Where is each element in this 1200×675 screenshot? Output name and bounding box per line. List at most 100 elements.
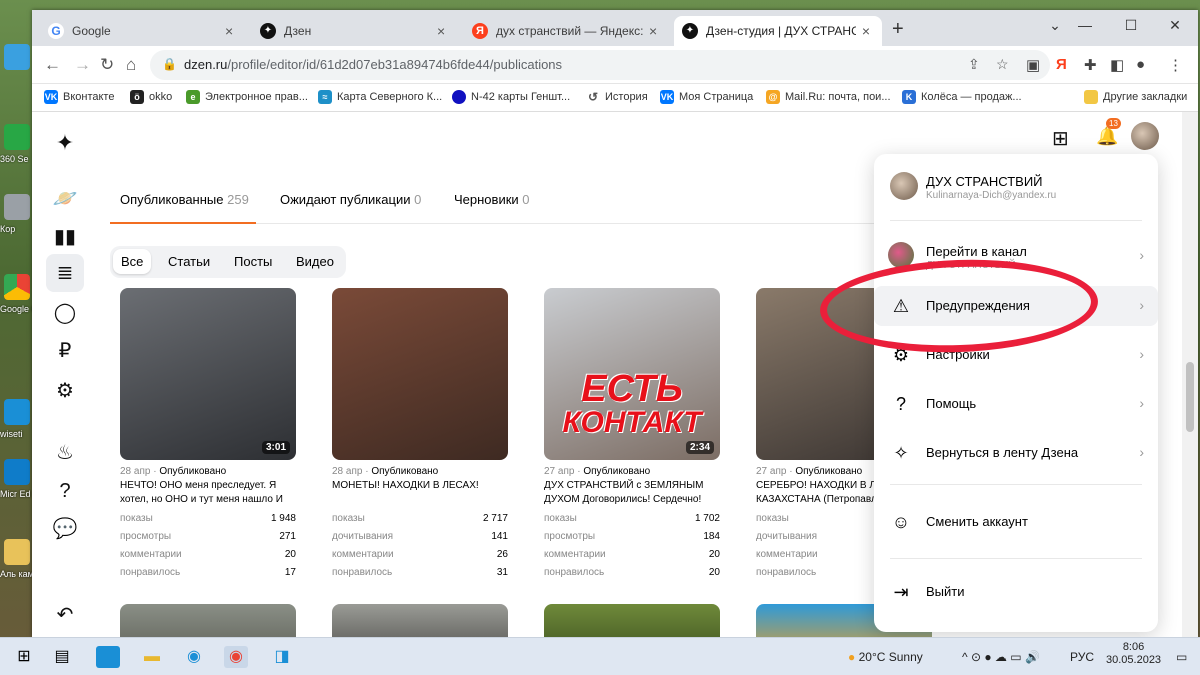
close-tab-icon[interactable]: × bbox=[433, 23, 449, 39]
comments-icon[interactable]: ◯ bbox=[50, 298, 80, 328]
close-window-button[interactable]: ✕ bbox=[1152, 10, 1198, 40]
bookmark-item[interactable]: ≈ Карта Северного К... bbox=[318, 90, 442, 104]
app-icon[interactable] bbox=[96, 646, 120, 668]
home-icon[interactable]: ⌂ bbox=[126, 55, 136, 75]
ruble-icon[interactable]: ₽ bbox=[50, 336, 80, 366]
bookmark-item[interactable]: ö okko bbox=[130, 90, 172, 104]
bookmark-item[interactable]: N-42 карты Геншт... bbox=[452, 90, 570, 104]
filter-articles[interactable]: Статьи bbox=[168, 254, 210, 269]
tab-published[interactable]: Опубликованные 259 bbox=[120, 192, 249, 207]
extension-icon[interactable]: ▣ bbox=[1026, 56, 1040, 74]
history-icon: ↺ bbox=[586, 90, 600, 104]
address-bar[interactable]: 🔒 dzen.ru/profile/editor/id/61d2d07eb31a… bbox=[150, 50, 1050, 80]
bookmark-item[interactable]: VK Моя Страница bbox=[660, 90, 753, 104]
profile-icon[interactable]: ● bbox=[1136, 56, 1145, 73]
back-icon[interactable]: ← bbox=[44, 55, 61, 75]
publication-title[interactable]: НЕЧТО! ОНО меня преследует. Я хотел, но … bbox=[120, 479, 296, 507]
extensions-puzzle-icon[interactable]: ✚ bbox=[1084, 56, 1097, 74]
windows-start-icon[interactable]: ⊞ bbox=[12, 646, 36, 668]
menu-help[interactable]: ? Помощь › bbox=[874, 384, 1158, 424]
desktop-icon[interactable]: wiseti bbox=[0, 395, 34, 455]
desktop-icon[interactable] bbox=[0, 40, 34, 100]
publication-thumbnail[interactable] bbox=[544, 604, 720, 637]
chevron-right-icon: › bbox=[1139, 444, 1144, 460]
side-panel-icon[interactable]: ◧ bbox=[1110, 56, 1124, 74]
menu-back-to-feed[interactable]: ✧ Вернуться в ленту Дзена › bbox=[874, 433, 1158, 473]
publication-card[interactable]: 3:01 28 апр · Опубликовано НЕЧТО! ОНО меня… bbox=[120, 288, 296, 579]
page-scrollbar[interactable] bbox=[1182, 112, 1198, 637]
publication-title[interactable]: МОНЕТЫ! НАХОДКИ В ЛЕСАХ! bbox=[332, 479, 508, 507]
publication-thumbnail[interactable] bbox=[332, 604, 508, 637]
desktop-icon[interactable]: Аль кам bbox=[0, 535, 34, 595]
maximize-button[interactable]: ☐ bbox=[1108, 10, 1154, 40]
weather-widget[interactable]: ● 20°C Sunny bbox=[848, 650, 923, 664]
return-icon[interactable]: ↶ bbox=[50, 600, 80, 630]
tab-pending[interactable]: Ожидают публикации 0 bbox=[280, 192, 421, 207]
publication-card[interactable]: 28 апр · Опубликовано МОНЕТЫ! НАХОДКИ В Л… bbox=[332, 288, 508, 579]
planet-icon[interactable]: 🪐 bbox=[50, 184, 80, 214]
fire-icon[interactable]: ♨ bbox=[50, 438, 80, 468]
scrollbar-thumb[interactable] bbox=[1186, 362, 1194, 432]
dzen-logo-icon[interactable]: ✦ bbox=[50, 128, 80, 158]
chat-icon[interactable]: 💬 bbox=[50, 514, 80, 544]
avatar[interactable] bbox=[1131, 122, 1159, 150]
desktop-icon[interactable]: Micr Ed bbox=[0, 455, 34, 515]
desktop-icon[interactable]: 360 Se bbox=[0, 120, 34, 180]
close-tab-icon[interactable]: × bbox=[221, 23, 237, 39]
filter-all[interactable]: Все bbox=[113, 249, 152, 274]
publication-meta: 28 апр · Опубликовано bbox=[120, 466, 227, 477]
other-bookmarks[interactable]: Другие закладки bbox=[1084, 90, 1187, 104]
menu-dots-icon[interactable]: ⋮ bbox=[1168, 56, 1183, 74]
close-tab-icon[interactable]: × bbox=[645, 23, 661, 39]
tray-icons[interactable]: ^ ⊙ ● ☁ ▭ 🔊 bbox=[962, 650, 1040, 664]
browser-tab[interactable]: Я дух странствий — Яндекс: нашё × bbox=[464, 16, 669, 46]
filter-posts[interactable]: Посты bbox=[234, 254, 272, 269]
bookmark-item[interactable]: @ Mail.Ru: почта, пои... bbox=[766, 90, 891, 104]
create-plus-icon[interactable]: ⊞ bbox=[1052, 126, 1069, 151]
bookmark-item[interactable]: ↺ История bbox=[586, 90, 648, 104]
dzen-favicon-icon: ✦ bbox=[682, 23, 698, 39]
bookmark-item[interactable]: K Колёса — продаж... bbox=[902, 90, 1022, 104]
browser-tab[interactable]: G Google × bbox=[40, 16, 245, 46]
forward-icon[interactable]: → bbox=[74, 55, 91, 75]
share-icon[interactable]: ⇪ bbox=[968, 56, 980, 73]
desktop-icon[interactable]: Кор bbox=[0, 190, 34, 250]
task-view-icon[interactable]: ▤ bbox=[50, 646, 74, 668]
publication-thumbnail[interactable] bbox=[332, 288, 508, 460]
store-icon[interactable]: ◨ bbox=[270, 646, 294, 668]
publication-meta: 28 апр · Опубликовано bbox=[332, 466, 439, 477]
minimize-button[interactable]: — bbox=[1062, 10, 1108, 40]
menu-switch-account[interactable]: ☺ Сменить аккаунт bbox=[874, 502, 1158, 542]
language-indicator[interactable]: РУС bbox=[1070, 650, 1094, 664]
notification-icon[interactable]: ▭ bbox=[1176, 650, 1187, 664]
publication-thumbnail[interactable]: 3:01 bbox=[120, 288, 296, 460]
tab-drafts[interactable]: Черновики 0 bbox=[454, 192, 530, 207]
publication-card[interactable]: ЕСТЬ КОНТАКТ 2:34 27 апр · Опубликовано ДУХ … bbox=[544, 288, 720, 579]
browser-tab[interactable]: ✦ Дзен × bbox=[252, 16, 457, 46]
publication-thumbnail[interactable]: ЕСТЬ КОНТАКТ 2:34 bbox=[544, 288, 720, 460]
edge-icon[interactable]: ◉ bbox=[182, 646, 206, 668]
new-tab-button[interactable]: + bbox=[892, 18, 904, 41]
stats-icon[interactable]: ▮▮ bbox=[50, 222, 80, 252]
menu-logout[interactable]: ⇥ Выйти bbox=[874, 572, 1158, 612]
bell-icon[interactable]: 🔔 bbox=[1096, 126, 1118, 147]
publication-thumbnail[interactable] bbox=[120, 604, 296, 637]
reload-icon[interactable]: ↻ bbox=[100, 55, 114, 75]
lock-icon[interactable]: 🔒 bbox=[162, 57, 177, 71]
browser-tab-active[interactable]: ✦ Дзен-студия | ДУХ СТРАНСТВИЙ × bbox=[674, 16, 882, 46]
chrome-icon[interactable]: ◉ bbox=[224, 646, 248, 668]
publication-title[interactable]: ДУХ СТРАНСТВИЙ с ЗЕМЛЯНЫМ ДУХОМ Договори… bbox=[544, 479, 720, 507]
help-icon[interactable]: ? bbox=[50, 476, 80, 506]
file-explorer-icon[interactable]: ▬ bbox=[140, 646, 164, 668]
gear-icon[interactable]: ⚙ bbox=[50, 376, 80, 406]
bookmark-item[interactable]: VK Вконтакте bbox=[44, 90, 114, 104]
close-tab-icon[interactable]: × bbox=[858, 23, 874, 39]
filter-videos[interactable]: Видео bbox=[296, 254, 334, 269]
bookmark-item[interactable]: e Электронное прав... bbox=[186, 90, 308, 104]
account-email: Kulinarnaya-Dich@yandex.ru bbox=[926, 190, 1057, 201]
desktop-icon[interactable]: Google Chr bbox=[0, 270, 34, 330]
bookmark-star-icon[interactable]: ☆ bbox=[996, 56, 1009, 73]
clock[interactable]: 8:06 30.05.2023 bbox=[1106, 641, 1161, 667]
yandex-extension-icon[interactable]: Я bbox=[1056, 56, 1067, 73]
publications-icon[interactable]: ≣ bbox=[46, 254, 84, 292]
